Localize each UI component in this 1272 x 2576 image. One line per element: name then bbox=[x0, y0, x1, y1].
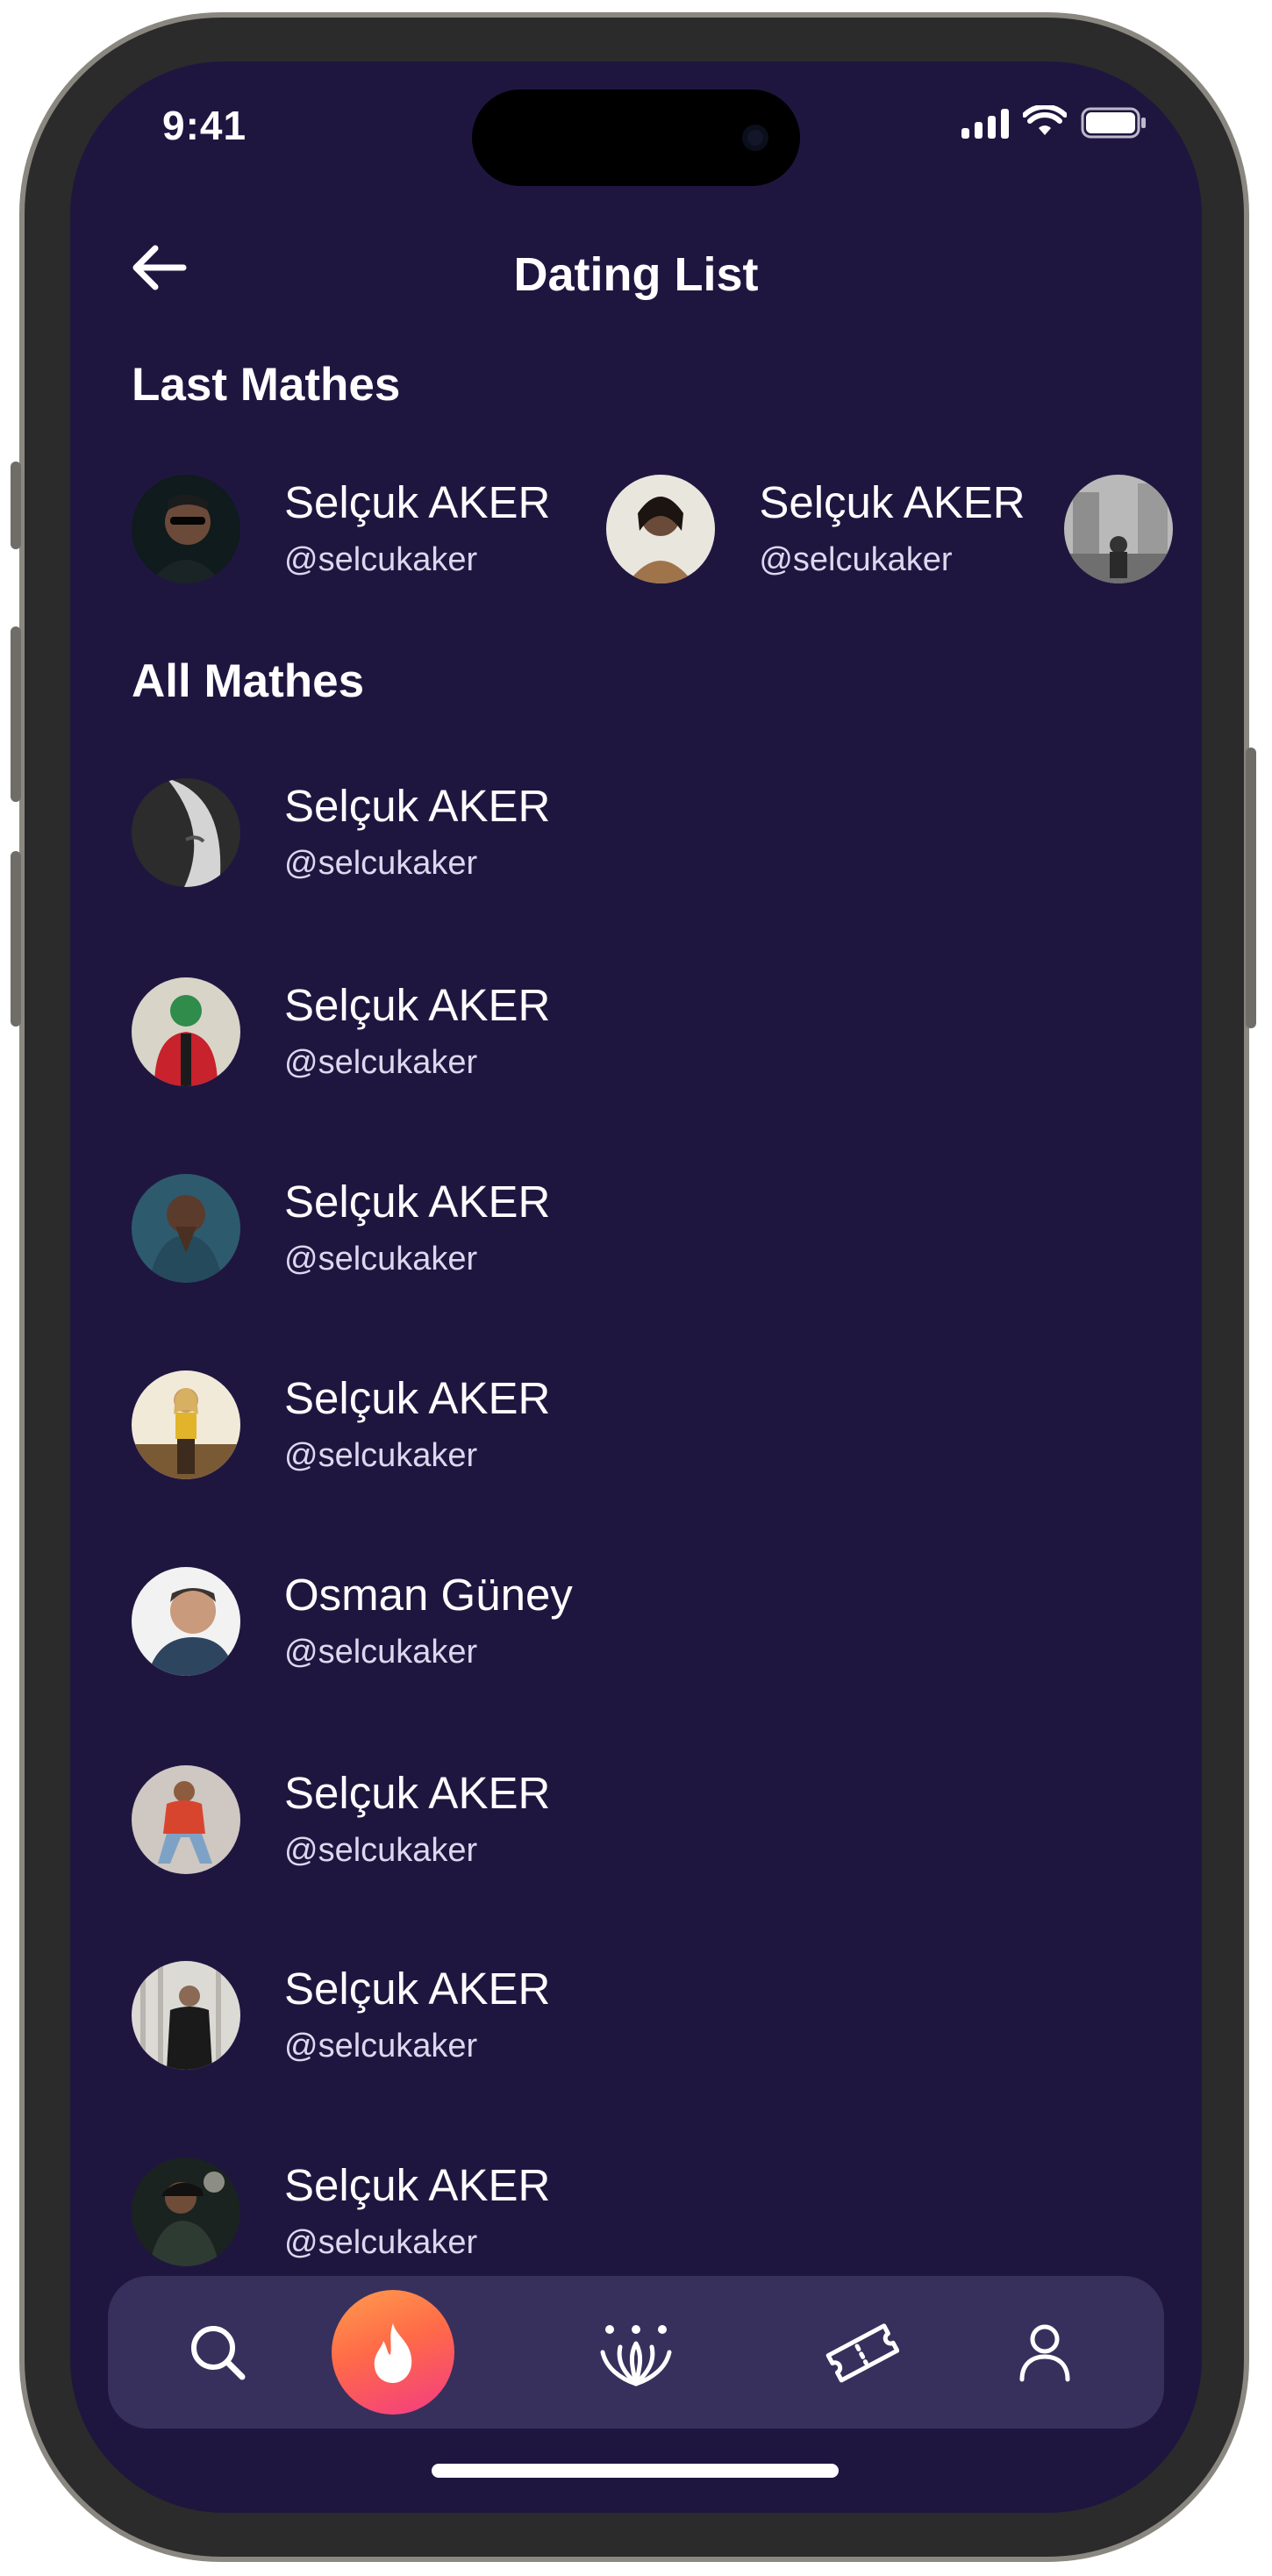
page-title: Dating List bbox=[513, 248, 759, 301]
match-name: Selçuk AKER bbox=[284, 781, 551, 831]
avatar bbox=[132, 1765, 240, 1874]
match-name: Selçuk AKER bbox=[284, 1964, 551, 2014]
status-bar: 9:41 bbox=[70, 61, 1202, 186]
match-list-item[interactable]: Selçuk AKER @selcukaker bbox=[132, 1958, 550, 2072]
match-name: Selçuk AKER bbox=[284, 1768, 551, 1818]
match-list-item[interactable]: Selçuk AKER @selcukaker bbox=[132, 2155, 550, 2269]
match-handle: @selcukaker bbox=[284, 2224, 478, 2261]
avatar bbox=[132, 475, 240, 583]
cellular-signal-icon bbox=[961, 107, 1009, 139]
battery-icon bbox=[1081, 107, 1146, 139]
match-name: Selçuk AKER bbox=[284, 1373, 551, 1423]
volume-up-button bbox=[11, 626, 21, 802]
match-handle: @selcukaker bbox=[284, 845, 478, 882]
last-matches-carousel[interactable]: Selçuk AKER @selcukaker Selçuk AKER @sel… bbox=[132, 472, 1202, 586]
status-time: 9:41 bbox=[162, 103, 247, 148]
nav-crown-button[interactable] bbox=[575, 2276, 697, 2429]
avatar bbox=[132, 1961, 240, 2070]
power-button bbox=[1246, 748, 1256, 1028]
fire-icon bbox=[374, 2323, 412, 2383]
avatar bbox=[132, 2157, 240, 2266]
match-name: Selçuk AKER bbox=[759, 477, 1025, 527]
match-handle: @selcukaker bbox=[284, 1437, 478, 1474]
avatar bbox=[132, 1567, 240, 1676]
avatar bbox=[132, 1370, 240, 1479]
all-matches-heading: All Mathes bbox=[132, 655, 365, 707]
avatar bbox=[606, 475, 716, 583]
ticket-icon bbox=[825, 2323, 899, 2383]
match-handle: @selcukaker bbox=[284, 541, 478, 578]
bottom-nav bbox=[108, 2276, 1164, 2429]
search-icon bbox=[191, 2326, 246, 2380]
match-name: Selçuk AKER bbox=[284, 1177, 551, 1227]
active-tab-indicator bbox=[332, 2290, 454, 2415]
nav-ticket-button[interactable] bbox=[801, 2276, 924, 2429]
match-handle: @selcukaker bbox=[284, 1634, 478, 1671]
match-handle: @selcukaker bbox=[284, 1044, 478, 1081]
match-list-item[interactable]: Selçuk AKER @selcukaker bbox=[132, 776, 550, 890]
last-matches-heading: Last Mathes bbox=[132, 359, 401, 411]
match-name: Selçuk AKER bbox=[284, 980, 551, 1030]
user-icon bbox=[1019, 2324, 1070, 2382]
avatar bbox=[132, 778, 240, 887]
nav-profile-button[interactable] bbox=[983, 2276, 1106, 2429]
match-name: Osman Güney bbox=[284, 1570, 573, 1620]
front-camera bbox=[742, 125, 768, 151]
match-list-item[interactable]: Selçuk AKER @selcukaker bbox=[132, 1368, 550, 1482]
match-handle: @selcukaker bbox=[284, 2028, 478, 2064]
match-list-item[interactable]: Selçuk AKER @selcukaker bbox=[132, 975, 550, 1089]
last-match-item[interactable] bbox=[1063, 475, 1173, 583]
match-list-item[interactable]: Selçuk AKER @selcukaker bbox=[132, 1763, 550, 1877]
dynamic-island bbox=[472, 89, 800, 186]
volume-down-button bbox=[11, 851, 21, 1027]
avatar bbox=[1063, 475, 1173, 583]
match-handle: @selcukaker bbox=[759, 541, 953, 578]
crown-icon bbox=[600, 2325, 672, 2386]
match-list-item[interactable]: Osman Güney @selcukaker bbox=[132, 1564, 573, 1678]
app-screen: 9:41 Dating List Last Mathes Selçuk AKER… bbox=[70, 61, 1202, 2513]
nav-search-button[interactable] bbox=[156, 2276, 279, 2429]
status-icons bbox=[961, 105, 1147, 139]
wifi-icon bbox=[1023, 105, 1067, 135]
match-handle: @selcukaker bbox=[284, 1241, 478, 1277]
avatar bbox=[132, 977, 240, 1086]
match-list-item[interactable]: Selçuk AKER @selcukaker bbox=[132, 1171, 550, 1285]
avatar bbox=[132, 1174, 240, 1283]
action-button bbox=[11, 462, 21, 549]
nav-fire-button[interactable] bbox=[332, 2276, 454, 2429]
last-match-item[interactable]: Selçuk AKER @selcukaker bbox=[132, 475, 550, 583]
home-indicator bbox=[432, 2464, 839, 2478]
last-match-item[interactable]: Selçuk AKER @selcukaker bbox=[606, 475, 1025, 583]
match-name: Selçuk AKER bbox=[284, 477, 551, 527]
match-handle: @selcukaker bbox=[284, 1832, 478, 1869]
match-name: Selçuk AKER bbox=[284, 2160, 551, 2210]
